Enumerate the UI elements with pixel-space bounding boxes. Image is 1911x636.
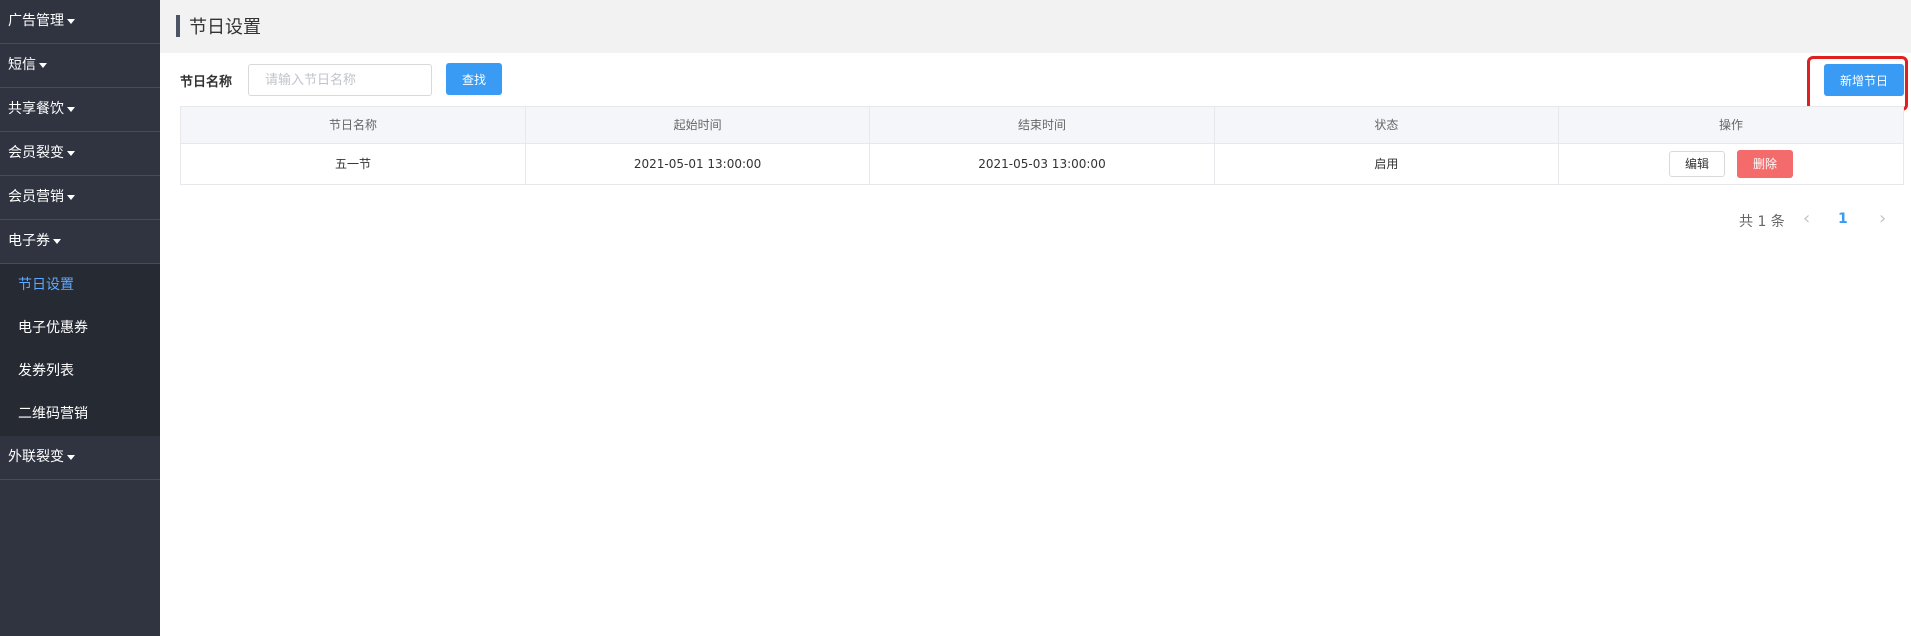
sidebar-item-qr-marketing[interactable]: 二维码营销 [0,393,160,436]
column-header-actions: 操作 [1558,107,1903,144]
sidebar-group-external-fission[interactable]: 外联裂变 [0,436,160,480]
sidebar: 广告管理 短信 共享餐饮 会员裂变 会员营销 电子券 节日设置 电子优惠券 发券… [0,0,160,636]
search-button[interactable]: 查找 [446,63,502,95]
page-title: 节日设置 [189,17,261,38]
caret-down-icon [53,238,61,244]
cell-actions: 编辑 删除 [1559,143,1903,184]
sidebar-group-e-coupon[interactable]: 电子券 [0,220,160,264]
chevron-right-icon[interactable]: › [1879,208,1886,229]
cell-end: 2021-05-03 13:00:00 [869,143,1215,184]
column-header-name: 节日名称 [181,107,526,144]
chevron-left-icon[interactable]: ‹ [1803,208,1810,229]
sidebar-group-label: 短信 [8,57,36,73]
caret-down-icon [67,18,75,24]
holiday-name-input[interactable] [248,64,432,96]
caret-down-icon [67,454,75,460]
sidebar-group-sms[interactable]: 短信 [0,44,160,88]
search-label: 节日名称 [180,75,233,90]
sidebar-group-label: 会员营销 [8,189,64,205]
sidebar-item-issue-list[interactable]: 发券列表 [0,350,160,393]
sidebar-group-member-marketing[interactable]: 会员营销 [0,176,160,220]
edit-button[interactable]: 编辑 [1669,150,1726,177]
highlight-annotation [1807,56,1908,111]
sidebar-group-ads[interactable]: 广告管理 [0,0,160,44]
sidebar-group-member-fission[interactable]: 会员裂变 [0,132,160,176]
caret-down-icon [67,150,75,156]
pagination-total: 共 1 条 [1739,214,1785,230]
sidebar-group-label: 电子券 [8,233,50,249]
cell-status: 启用 [1214,143,1560,184]
caret-down-icon [67,194,75,200]
cell-name: 五一节 [181,143,526,184]
title-accent-bar [176,15,180,37]
column-header-status: 状态 [1214,107,1560,144]
sidebar-item-e-coupons[interactable]: 电子优惠券 [0,307,160,350]
sidebar-submenu-e-coupon: 节日设置 电子优惠券 发券列表 二维码营销 [0,264,160,436]
sidebar-group-label: 会员裂变 [8,145,64,161]
sidebar-group-label: 共享餐饮 [8,101,64,117]
sidebar-group-label: 广告管理 [8,13,64,29]
sidebar-group-label: 外联裂变 [8,449,64,465]
pagination-page-1[interactable]: 1 [1838,211,1848,227]
caret-down-icon [67,106,75,112]
table-header-row: 节日名称 起始时间 结束时间 状态 操作 [181,107,1903,144]
sidebar-group-shared-dining[interactable]: 共享餐饮 [0,88,160,132]
cell-start: 2021-05-01 13:00:00 [525,143,871,184]
page-header: 节日设置 [160,0,1911,53]
table-row: 五一节 2021-05-01 13:00:00 2021-05-03 13:00… [181,143,1903,184]
app: 广告管理 短信 共享餐饮 会员裂变 会员营销 电子券 节日设置 电子优惠券 发券… [0,0,1911,636]
column-header-end: 结束时间 [869,107,1215,144]
sidebar-item-holiday-settings[interactable]: 节日设置 [0,264,160,307]
column-header-start: 起始时间 [525,107,871,144]
delete-button[interactable]: 删除 [1737,149,1794,178]
holiday-table: 节日名称 起始时间 结束时间 状态 操作 五一节 2021-05-01 13:0… [180,106,1904,185]
caret-down-icon [39,62,47,68]
